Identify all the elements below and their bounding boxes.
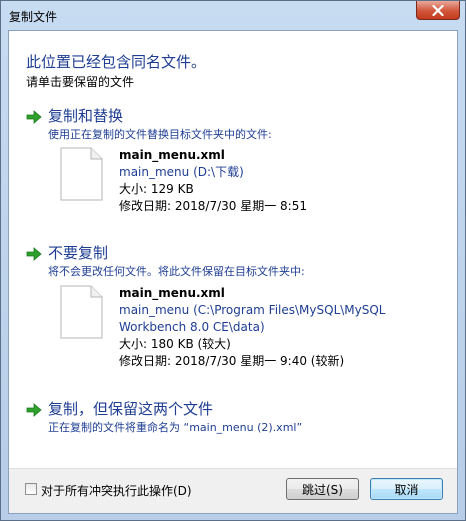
file-modified-date: 修改日期: 2018/7/30 星期一 9:40 (较新)	[119, 354, 345, 368]
option-description: 正在复制的文件将重命名为 “main_menu (2).xml”	[48, 421, 303, 434]
file-path: main_menu (D:\下载)	[119, 165, 244, 179]
file-name: main_menu.xml	[119, 148, 225, 162]
option-title: 不要复制	[48, 244, 109, 262]
option-description: 使用正在复制的文件替换目标文件夹中的文件:	[48, 128, 272, 141]
apply-to-all-label[interactable]: 对于所有冲突执行此操作(D)	[41, 482, 192, 499]
file-path-line-1: main_menu (C:\Program Files\MySQL\MySQL	[119, 303, 386, 317]
blank-file-icon	[60, 147, 103, 201]
file-size: 大小: 180 KB (较大)	[119, 337, 231, 351]
green-right-arrow-icon	[26, 247, 42, 261]
dialog-subheading: 请单击要保留的文件	[26, 75, 135, 89]
blank-file-icon	[60, 285, 103, 339]
option-description: 将不会更改任何文件。将此文件保留在目标文件夹中:	[48, 265, 305, 278]
option-dont-copy[interactable]: 不要复制 将不会更改任何文件。将此文件保留在目标文件夹中: main_menu.…	[26, 242, 446, 392]
close-icon	[432, 4, 444, 16]
dialog-heading: 此位置已经包含同名文件。	[26, 53, 207, 71]
window-title: 复制文件	[9, 10, 58, 24]
green-right-arrow-icon	[26, 403, 42, 417]
cancel-button[interactable]: 取消	[370, 478, 443, 500]
file-path-line-2: Workbench 8.0 CE\data)	[119, 320, 265, 334]
dialog-footer: 对于所有冲突执行此操作(D) 跳过(S) 取消	[9, 468, 457, 513]
file-info: main_menu.xml main_menu (C:\Program File…	[119, 285, 439, 370]
skip-button[interactable]: 跳过(S)	[286, 478, 359, 500]
file-name: main_menu.xml	[119, 286, 225, 300]
option-copy-and-replace[interactable]: 复制和替换 使用正在复制的文件替换目标文件夹中的文件: main_menu.xm…	[26, 105, 446, 223]
apply-to-all-checkbox[interactable]	[25, 483, 37, 495]
option-title: 复制，但保留这两个文件	[48, 400, 214, 418]
option-title: 复制和替换	[48, 107, 124, 125]
option-keep-both[interactable]: 复制，但保留这两个文件 正在复制的文件将重命名为 “main_menu (2).…	[26, 398, 446, 438]
green-right-arrow-icon	[26, 110, 42, 124]
file-size: 大小: 129 KB	[119, 182, 194, 196]
copy-file-dialog: 复制文件 此位置已经包含同名文件。 请单击要保留的文件 复制和替换 使用正在复制…	[0, 0, 466, 521]
title-bar[interactable]: 复制文件	[1, 1, 465, 31]
file-modified-date: 修改日期: 2018/7/30 星期一 8:51	[119, 199, 307, 213]
file-info: main_menu.xml main_menu (D:\下载) 大小: 129 …	[119, 147, 439, 215]
close-button[interactable]	[416, 1, 460, 20]
dialog-content: 此位置已经包含同名文件。 请单击要保留的文件 复制和替换 使用正在复制的文件替换…	[8, 30, 458, 514]
